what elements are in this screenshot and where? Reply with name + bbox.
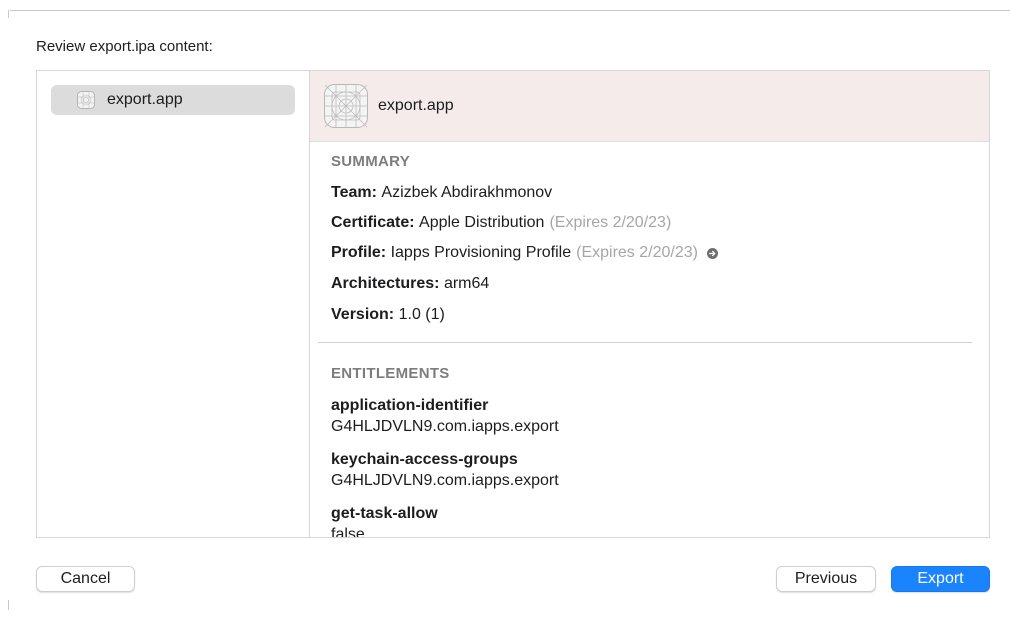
summary-certificate-row: Certificate: Apple Distribution (Expires… bbox=[331, 214, 671, 232]
entitlement-key: get-task-allow bbox=[331, 505, 438, 522]
window-top-edge bbox=[10, 10, 1010, 11]
certificate-label: Certificate: bbox=[331, 214, 415, 231]
window-left-edge-bottom bbox=[8, 600, 9, 610]
sidebar: export.app bbox=[37, 71, 310, 537]
entitlement-value: G4HLJDVLN9.com.iapps.export bbox=[331, 418, 559, 435]
certificate-expiry: (Expires 2/20/23) bbox=[549, 214, 672, 231]
architectures-label: Architectures: bbox=[331, 275, 440, 292]
cancel-button[interactable]: Cancel bbox=[36, 566, 135, 592]
version-label: Version: bbox=[331, 306, 395, 323]
entitlement-value: false bbox=[331, 526, 365, 538]
export-review-window: Review export.ipa content: export.app ex… bbox=[0, 0, 1010, 617]
team-label: Team: bbox=[331, 184, 377, 201]
section-divider bbox=[318, 342, 972, 343]
content-panel: export.app export.app SUMMARY Team: Aziz… bbox=[36, 70, 990, 538]
profile-label: Profile: bbox=[331, 244, 387, 261]
export-button[interactable]: Export bbox=[891, 566, 990, 592]
entitlement-key: keychain-access-groups bbox=[331, 451, 518, 468]
version-value: 1.0 (1) bbox=[398, 306, 445, 323]
sidebar-item-label: export.app bbox=[107, 91, 183, 108]
entitlement-value: G4HLJDVLN9.com.iapps.export bbox=[331, 472, 559, 489]
profile-expiry: (Expires 2/20/23) bbox=[576, 244, 698, 261]
summary-profile-row: Profile: Iapps Provisioning Profile (Exp… bbox=[331, 244, 718, 262]
summary-architectures-row: Architectures: arm64 bbox=[331, 275, 489, 293]
profile-value: Iapps Provisioning Profile bbox=[390, 244, 572, 261]
sidebar-item-export-app[interactable]: export.app bbox=[51, 85, 295, 115]
entitlements-section-title: ENTITLEMENTS bbox=[331, 365, 450, 382]
team-value: Azizbek Abdirakhmonov bbox=[381, 184, 553, 201]
app-placeholder-icon bbox=[324, 84, 368, 128]
detail-header: export.app bbox=[310, 71, 989, 142]
summary-section-title: SUMMARY bbox=[331, 153, 411, 170]
app-placeholder-icon bbox=[77, 91, 95, 109]
arrow-circle-right-icon[interactable] bbox=[706, 247, 718, 259]
certificate-value: Apple Distribution bbox=[419, 214, 545, 231]
detail-pane: export.app SUMMARY Team: Azizbek Abdirak… bbox=[310, 71, 989, 537]
entitlement-key: application-identifier bbox=[331, 397, 489, 414]
previous-button[interactable]: Previous bbox=[776, 566, 876, 592]
summary-version-row: Version: 1.0 (1) bbox=[331, 306, 445, 324]
page-title: Review export.ipa content: bbox=[36, 38, 213, 55]
summary-team-row: Team: Azizbek Abdirakhmonov bbox=[331, 184, 552, 202]
architectures-value: arm64 bbox=[443, 275, 490, 292]
window-left-edge bbox=[8, 10, 9, 18]
detail-title: export.app bbox=[378, 97, 454, 114]
